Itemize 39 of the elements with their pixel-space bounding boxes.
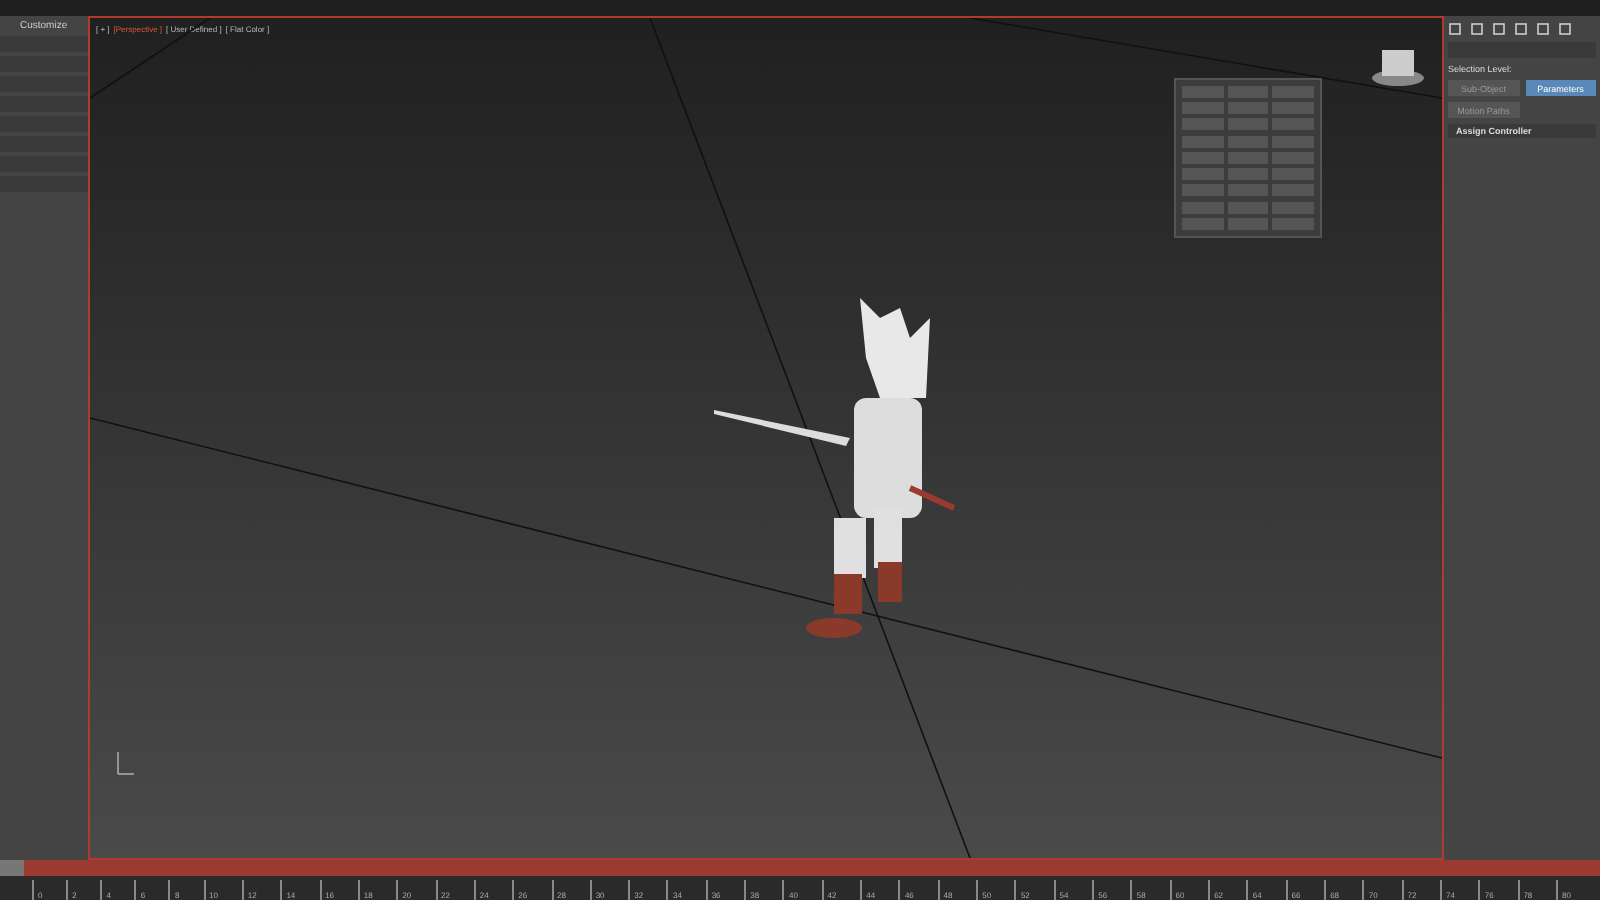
tool-button[interactable] [1182,86,1224,98]
tool-button[interactable] [1182,135,1224,148]
tool-button[interactable] [1227,102,1269,115]
tool-button[interactable] [1272,86,1314,98]
tool-button[interactable] [1182,102,1224,115]
list-row[interactable] [0,176,88,192]
tool-button[interactable] [1272,151,1314,164]
tool-button[interactable] [1272,102,1314,115]
tool-button[interactable] [1272,118,1314,131]
tool-button[interactable] [1227,118,1269,131]
view-cube-icon[interactable] [1372,50,1424,86]
list-row[interactable] [0,36,88,52]
tool-button[interactable] [1182,184,1224,197]
tool-button[interactable] [1227,201,1269,214]
tool-button[interactable] [1227,135,1269,148]
tool-button[interactable] [1182,151,1224,164]
tool-button[interactable] [1182,168,1224,181]
tool-button[interactable] [1227,217,1269,230]
tool-button[interactable] [1272,168,1314,181]
list-row[interactable] [0,156,88,172]
list-row[interactable] [0,116,88,132]
tool-button[interactable] [1272,217,1314,230]
tool-button[interactable] [1182,217,1224,230]
tool-button[interactable] [1272,135,1314,148]
list-row[interactable] [0,136,88,152]
tool-button[interactable] [1182,118,1224,131]
list-row[interactable] [0,96,88,112]
tool-button[interactable] [1227,151,1269,164]
time-slider[interactable] [0,860,1600,876]
tool-button[interactable] [1272,184,1314,197]
tool-button[interactable] [1227,168,1269,181]
tool-button[interactable] [1227,86,1269,98]
list-row[interactable] [0,56,88,72]
slider-thumb[interactable] [0,860,24,876]
list-row[interactable] [0,76,88,92]
tool-button[interactable] [1182,201,1224,214]
tool-button[interactable] [1227,184,1269,197]
tool-button[interactable] [1272,201,1314,214]
axis-gizmo-icon [117,751,135,775]
